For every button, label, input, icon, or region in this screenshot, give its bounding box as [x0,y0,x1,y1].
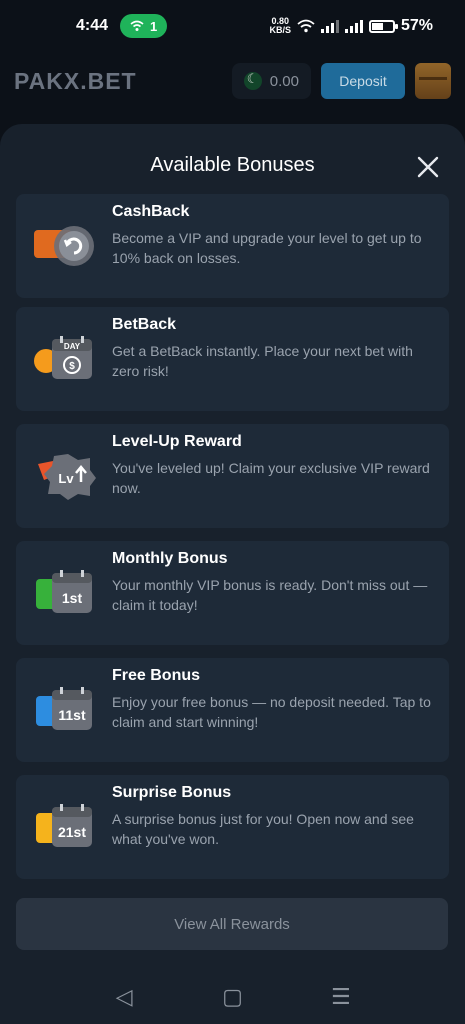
hotspot-pill[interactable]: 1 [120,14,168,38]
menu-icon[interactable]: ☰ [321,984,361,1010]
system-nav-bar: ◁ ▢ ☰ [0,970,465,1024]
bonus-description: Enjoy your free bonus — no deposit neede… [112,694,431,730]
bonus-description: Your monthly VIP bonus is ready. Don't m… [112,577,428,613]
bonus-description: Become a VIP and upgrade your level to g… [112,230,422,266]
net-speed: 0.80 KB/S [269,16,291,35]
balance-amount: 0.00 [269,72,299,90]
close-icon [417,156,439,178]
bonus-card-betback[interactable]: DAY $ BetBack Get a BetBack instantly. P… [16,307,449,411]
balance-display[interactable]: 0.00 [231,63,311,99]
view-all-rewards-button[interactable]: View All Rewards [16,898,448,950]
wifi-icon [297,19,315,33]
signal-icon-1 [320,19,339,33]
svg-text:Lv: Lv [58,471,74,486]
back-icon[interactable]: ◁ [104,984,144,1010]
home-icon[interactable]: ▢ [212,984,252,1010]
status-bar: 4:44 1 0.80 KB/S 57% [0,0,465,52]
cashback-icon [34,226,94,266]
bonuses-modal: Available Bonuses CashBack Become a VIP … [0,124,465,1024]
treasure-chest-icon[interactable] [415,63,451,99]
battery-fill [371,22,384,30]
svg-text:1st: 1st [62,590,83,606]
bonus-card-cashback[interactable]: CashBack Become a VIP and upgrade your l… [16,194,449,298]
calendar-day-icon: DAY $ [34,336,92,379]
calendar-11st-icon: 11st [36,687,92,730]
bonus-card-free[interactable]: 11st Free Bonus Enjoy your free bonus — … [16,658,449,762]
modal-title: Available Bonuses [150,154,315,176]
svg-text:11st: 11st [58,707,86,723]
bonus-card-surprise[interactable]: 21st Surprise Bonus A surprise bonus jus… [16,775,449,879]
bonus-description: Get a BetBack instantly. Place your next… [112,343,413,379]
bonus-title: BetBack [112,316,177,333]
hotspot-count: 1 [150,18,158,34]
bonus-card-monthly[interactable]: 1st Monthly Bonus Your monthly VIP bonus… [16,541,449,645]
bonus-title: Monthly Bonus [112,550,228,567]
bonus-card-level-up[interactable]: Lv Level-Up Reward You've leveled up! Cl… [16,424,449,528]
pakistan-flag-icon [243,71,262,90]
battery-icon [368,19,398,33]
bonus-title: Surprise Bonus [112,784,232,801]
clock: 4:44 [76,17,109,34]
bonus-description: A surprise bonus just for you! Open now … [112,811,414,847]
deposit-button[interactable]: Deposit [321,63,405,99]
bonus-title: Level-Up Reward [112,433,242,450]
logo[interactable]: PAKX.BET [14,68,137,95]
calendar-21st-icon: 21st [36,804,92,847]
bonus-description: You've leveled up! Claim your exclusive … [112,460,430,496]
bonus-title: Free Bonus [112,667,201,684]
wifi-hotspot-icon [130,20,144,31]
svg-text:$: $ [69,361,75,372]
calendar-1st-icon: 1st [36,570,92,613]
battery-percent: 57% [400,17,433,34]
app-header: PAKX.BET 0.00 Deposit [0,52,465,110]
close-button[interactable] [415,154,441,180]
level-up-icon: Lv [38,454,96,500]
svg-text:DAY: DAY [64,342,81,351]
signal-icon-2 [344,19,363,33]
bonus-title: CashBack [112,203,190,220]
svg-text:21st: 21st [58,824,86,840]
